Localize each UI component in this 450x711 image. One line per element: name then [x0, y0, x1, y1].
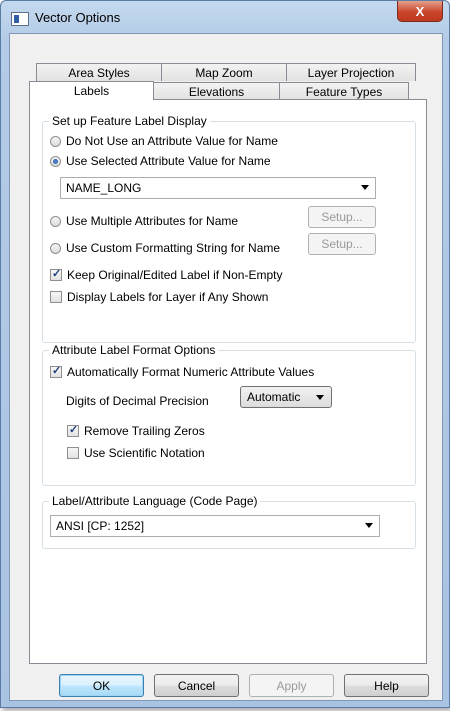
setup-multiple-button[interactable]: Setup... [308, 206, 376, 228]
vector-options-dialog: Vector Options X Area Styles Map Zoom La… [0, 0, 450, 708]
attribute-select[interactable]: NAME_LONG [60, 177, 376, 199]
dropdown-arrow-icon [361, 185, 369, 190]
radio-icon [50, 215, 61, 227]
dialog-client-area: Area Styles Map Zoom Layer Projection La… [9, 33, 443, 701]
close-button[interactable]: X [397, 1, 443, 22]
help-button[interactable]: Help [344, 674, 429, 697]
radio-icon [50, 135, 61, 147]
checkbox-checked-icon [67, 423, 79, 437]
checkbox-icon [67, 447, 79, 459]
radio-selected-icon [50, 155, 61, 167]
language-group: Label/Attribute Language (Code Page) ANS… [42, 494, 416, 549]
title-bar[interactable]: Vector Options X [1, 1, 449, 33]
window-icon [11, 12, 29, 26]
radio-custom-format[interactable]: Use Custom Formatting String for Name [50, 241, 280, 255]
tab-area-styles[interactable]: Area Styles [36, 63, 162, 81]
radio-no-attribute[interactable]: Do Not Use an Attribute Value for Name [50, 134, 278, 148]
code-page-select[interactable]: ANSI [CP: 1252] [50, 515, 380, 537]
ok-button[interactable]: OK [59, 674, 144, 697]
apply-button[interactable]: Apply [249, 674, 334, 697]
tab-layer-projection[interactable]: Layer Projection [286, 63, 416, 81]
checkbox-checked-icon [50, 364, 62, 378]
window-title: Vector Options [35, 10, 121, 25]
labels-tab-panel: Set up Feature Label Display Do Not Use … [29, 99, 427, 664]
checkbox-label: Remove Trailing Zeros [84, 424, 205, 438]
checkbox-label: Keep Original/Edited Label if Non-Empty [67, 268, 283, 282]
checkbox-checked-icon [50, 267, 62, 281]
checkbox-display-if-any[interactable]: Display Labels for Layer if Any Shown [50, 290, 268, 304]
tab-elevations[interactable]: Elevations [153, 82, 280, 100]
checkbox-label: Display Labels for Layer if Any Shown [67, 290, 269, 304]
attribute-select-value: NAME_LONG [66, 181, 142, 195]
checkbox-auto-format[interactable]: Automatically Format Numeric Attribute V… [50, 364, 315, 379]
radio-icon [50, 242, 61, 254]
checkbox-remove-zeros[interactable]: Remove Trailing Zeros [67, 423, 205, 438]
attribute-format-group: Attribute Label Format Options Automatic… [42, 343, 416, 486]
radio-label: Do Not Use an Attribute Value for Name [66, 134, 278, 148]
checkbox-keep-original[interactable]: Keep Original/Edited Label if Non-Empty [50, 267, 283, 282]
dropdown-arrow-icon [316, 395, 324, 400]
group-title: Attribute Label Format Options [49, 343, 219, 357]
cancel-button[interactable]: Cancel [154, 674, 239, 697]
feature-label-display-group: Set up Feature Label Display Do Not Use … [42, 114, 416, 343]
tab-feature-types[interactable]: Feature Types [279, 82, 409, 100]
radio-label: Use Custom Formatting String for Name [66, 241, 281, 255]
dropdown-arrow-icon [365, 523, 373, 528]
digits-precision-select[interactable]: Automatic [240, 386, 332, 408]
radio-selected-attribute[interactable]: Use Selected Attribute Value for Name [50, 154, 271, 168]
group-title: Set up Feature Label Display [49, 114, 210, 128]
checkbox-icon [50, 291, 62, 303]
tab-labels[interactable]: Labels [29, 81, 154, 100]
checkbox-label: Use Scientific Notation [84, 446, 205, 460]
checkbox-scientific[interactable]: Use Scientific Notation [67, 446, 205, 460]
digits-precision-value: Automatic [247, 390, 301, 404]
digits-precision-label: Digits of Decimal Precision [66, 394, 209, 408]
checkbox-label: Automatically Format Numeric Attribute V… [67, 365, 315, 379]
radio-label: Use Selected Attribute Value for Name [66, 154, 271, 168]
tab-map-zoom[interactable]: Map Zoom [161, 63, 287, 81]
radio-label: Use Multiple Attributes for Name [66, 214, 239, 228]
radio-multiple-attributes[interactable]: Use Multiple Attributes for Name [50, 214, 238, 228]
code-page-value: ANSI [CP: 1252] [56, 519, 145, 533]
setup-custom-button[interactable]: Setup... [308, 233, 376, 255]
group-title: Label/Attribute Language (Code Page) [49, 494, 261, 508]
